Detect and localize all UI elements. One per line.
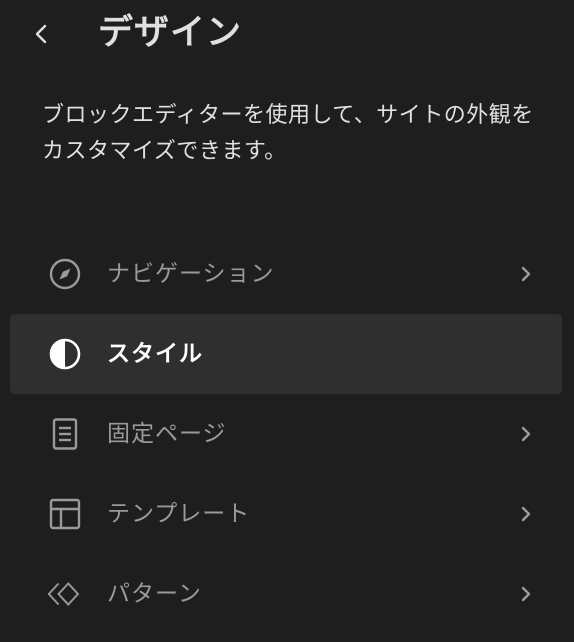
design-menu: ナビゲーション スタイル 固定ページ テンプレート パターン	[10, 234, 562, 634]
header: デザイン	[0, 0, 574, 70]
page-title: デザイン	[98, 13, 243, 53]
chevron-right-icon	[516, 584, 536, 604]
symbol-pattern-icon	[48, 577, 82, 611]
chevron-right-icon	[516, 504, 536, 524]
menu-item-styles[interactable]: スタイル	[10, 314, 562, 394]
menu-item-navigation[interactable]: ナビゲーション	[10, 234, 562, 314]
chevron-left-icon	[35, 24, 47, 44]
layout-template-icon	[48, 497, 82, 531]
menu-item-label: スタイル	[107, 341, 203, 367]
page-icon	[48, 417, 82, 451]
menu-item-label: テンプレート	[107, 501, 251, 527]
menu-item-label: パターン	[107, 581, 202, 607]
page-description: ブロックエディターを使用して、サイトの外観をカスタマイズできます。	[42, 103, 534, 164]
chevron-right-icon	[516, 424, 536, 444]
menu-item-label: ナビゲーション	[107, 261, 275, 287]
menu-item-label: 固定ページ	[107, 421, 227, 447]
half-circle-style-icon	[48, 337, 82, 371]
chevron-right-icon	[516, 264, 536, 284]
menu-item-patterns[interactable]: パターン	[10, 554, 562, 634]
navigation-compass-icon	[48, 257, 82, 291]
menu-item-templates[interactable]: テンプレート	[10, 474, 562, 554]
back-button[interactable]	[22, 14, 62, 54]
menu-item-pages[interactable]: 固定ページ	[10, 394, 562, 474]
